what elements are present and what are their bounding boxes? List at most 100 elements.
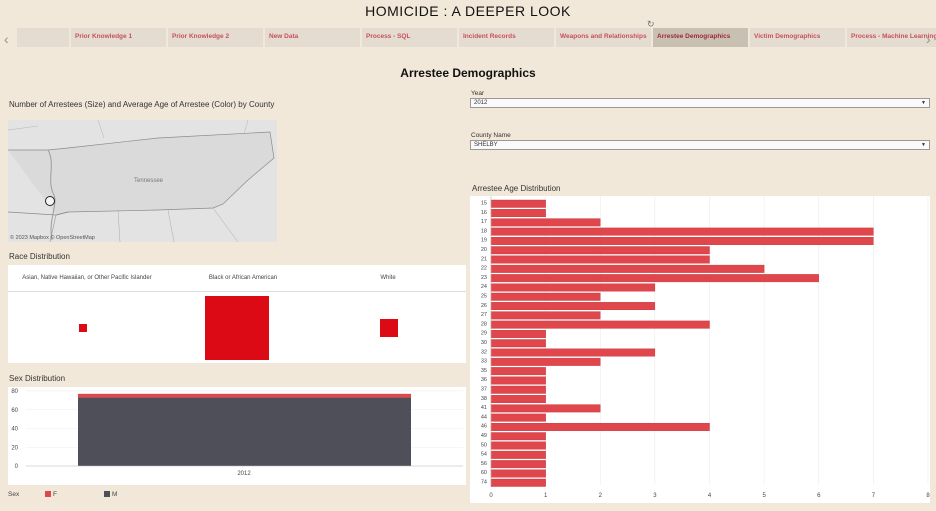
age-bar — [490, 209, 546, 218]
age-y-tick: 30 — [481, 340, 487, 346]
tab-incident-records[interactable]: Incident Records — [459, 28, 554, 47]
sex-y-tick: 20 — [11, 445, 18, 451]
tab-prior-knowledge-1[interactable]: Prior Knowledge 1 — [71, 28, 166, 47]
tab-prior-knowledge-2[interactable]: Prior Knowledge 2 — [168, 28, 263, 47]
dashboard-title: HOMICIDE : A DEEPER LOOK — [365, 3, 571, 19]
race-square-black[interactable] — [205, 296, 269, 360]
age-y-tick: 33 — [481, 359, 487, 365]
county-value: SHELBY — [474, 142, 498, 148]
age-y-tick: 16 — [481, 210, 487, 216]
age-bar — [490, 320, 710, 329]
tab-process-machine-learning[interactable]: Process - Machine Learning — [847, 28, 936, 47]
age-y-tick: 23 — [481, 275, 487, 281]
tab-weapons-relationships[interactable]: Weapons and Relationships — [556, 28, 651, 47]
age-bar — [490, 422, 710, 431]
age-bar — [490, 227, 874, 236]
prev-tab-icon[interactable]: ‹ — [4, 31, 9, 47]
story-tabs: Prior Knowledge 1 Prior Knowledge 2 New … — [17, 28, 936, 47]
race-title: Race Distribution — [9, 252, 70, 261]
age-y-tick: 32 — [481, 349, 487, 355]
age-bar — [490, 460, 546, 469]
age-bar — [490, 237, 874, 245]
age-y-tick: 36 — [481, 377, 487, 383]
sex-legend-f[interactable]: F — [45, 491, 57, 498]
age-bar — [490, 450, 546, 459]
sex-y-tick: 80 — [11, 389, 18, 395]
age-x-tick: 8 — [926, 493, 930, 499]
age-bar — [490, 348, 656, 357]
sex-y-tick: 40 — [11, 427, 18, 433]
sex-y-tick: 60 — [11, 408, 18, 414]
age-chart[interactable]: 0 1 2 3 4 5 6 7 81516171819202122232425262728293… — [470, 196, 930, 503]
tab-arrestee-demographics[interactable]: Arrestee Demographics — [653, 28, 748, 47]
age-bar — [490, 199, 546, 208]
sex-legend-m[interactable]: M — [104, 491, 117, 498]
sex-chart[interactable]: 0 20 40 60 80 2012 — [8, 387, 466, 485]
age-bar — [490, 339, 546, 348]
year-filter-label: Year — [471, 90, 485, 97]
age-bar — [490, 329, 546, 338]
age-y-tick: 37 — [481, 387, 487, 393]
age-bar — [490, 264, 765, 273]
age-y-tick: 19 — [481, 238, 487, 244]
age-y-tick: 27 — [481, 312, 487, 318]
age-bar — [490, 311, 601, 320]
age-bar — [490, 246, 710, 255]
race-panel: Asian, Native Hawaiian, or Other Pacific… — [8, 265, 466, 363]
county-filter-label: County Name — [471, 132, 511, 139]
age-y-tick: 15 — [481, 201, 487, 207]
age-y-tick: 17 — [481, 219, 487, 225]
age-y-tick: 44 — [481, 414, 487, 420]
age-bar — [490, 302, 656, 311]
age-y-tick: 26 — [481, 303, 487, 309]
age-x-tick: 1 — [544, 493, 548, 499]
age-y-tick: 29 — [481, 331, 487, 337]
county-select[interactable]: SHELBY ▼ — [470, 140, 930, 150]
year-select[interactable]: 2012 ▼ — [470, 98, 930, 108]
age-y-tick: 50 — [481, 442, 487, 448]
tab-process-sql[interactable]: Process - SQL — [362, 28, 457, 47]
age-y-tick: 38 — [481, 396, 487, 402]
map-outlines: Tennessee — [8, 120, 275, 242]
race-label-white: White — [380, 275, 396, 281]
age-bar — [490, 478, 546, 487]
age-bar — [490, 413, 546, 422]
race-square-white[interactable] — [379, 318, 399, 338]
age-y-tick: 24 — [481, 284, 487, 290]
age-y-tick: 25 — [481, 294, 487, 300]
age-x-tick: 7 — [872, 493, 876, 499]
age-y-tick: 21 — [481, 256, 487, 262]
tab-victim-demographics[interactable]: Victim Demographics — [750, 28, 845, 47]
age-bar — [490, 441, 546, 450]
year-value: 2012 — [474, 100, 488, 106]
sex-x-tick: 2012 — [237, 471, 251, 477]
age-y-tick: 49 — [481, 433, 487, 439]
page-heading: Arrestee Demographics — [400, 66, 536, 80]
age-y-tick: 28 — [481, 321, 487, 327]
sex-y-tick: 0 — [15, 464, 19, 470]
race-label-black: Black or African American — [208, 275, 278, 281]
age-x-tick: 5 — [762, 493, 766, 499]
age-bar — [490, 385, 546, 394]
age-bar — [490, 376, 546, 385]
tab-blank[interactable] — [17, 28, 69, 47]
map-title: Number of Arrestees (Size) and Average A… — [9, 100, 275, 109]
next-tab-icon[interactable]: › — [926, 31, 931, 47]
age-title: Arrestee Age Distribution — [472, 184, 561, 193]
chevron-down-icon: ▼ — [921, 100, 926, 106]
age-y-tick: 20 — [481, 247, 487, 253]
age-y-tick: 41 — [481, 405, 487, 411]
legend-label-m: M — [112, 491, 118, 498]
tab-new-data[interactable]: New Data — [265, 28, 360, 47]
county-map[interactable]: Tennessee © 2023 Mapbox © OpenStreetMap — [8, 120, 277, 242]
age-bar — [490, 404, 601, 413]
shelby-county-marker — [45, 196, 55, 206]
age-y-tick: 56 — [481, 461, 487, 467]
age-x-tick: 4 — [708, 493, 712, 499]
chevron-down-icon: ▼ — [921, 142, 926, 148]
age-y-tick: 18 — [481, 228, 487, 234]
race-square-asian[interactable] — [79, 324, 87, 332]
age-y-tick: 22 — [481, 266, 487, 272]
age-bar — [490, 218, 601, 227]
age-x-tick: 0 — [489, 493, 493, 499]
